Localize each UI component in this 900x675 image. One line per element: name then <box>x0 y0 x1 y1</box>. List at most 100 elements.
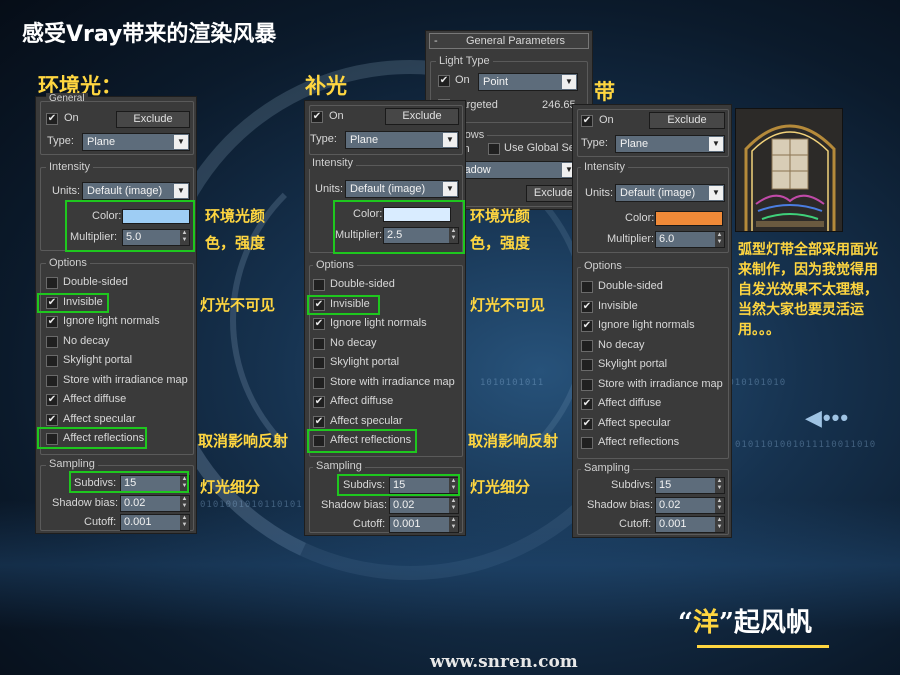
units-dropdown[interactable]: Default (image) ▼ <box>615 184 725 202</box>
cutoff-value: 0.001 <box>393 518 421 530</box>
cutoff-spinner[interactable]: 0.001 ▲ ▼ <box>655 516 725 533</box>
use-global-checkbox[interactable] <box>488 143 500 155</box>
shadow-bias-label: Shadow bias: <box>587 499 654 511</box>
option-checkbox[interactable] <box>46 374 58 387</box>
option-checkbox[interactable]: ✔ <box>313 396 325 408</box>
option-checkbox[interactable]: ✔ <box>581 417 593 430</box>
spinner-arrows-icon: ▲ ▼ <box>180 496 189 511</box>
type-dropdown[interactable]: Plane ▼ <box>345 131 459 149</box>
option-row[interactable]: Skylight portal <box>581 358 721 373</box>
multiplier-spinner[interactable]: 6.0 ▲ ▼ <box>655 231 725 248</box>
option-checkbox[interactable] <box>581 281 593 293</box>
cutoff-spinner[interactable]: 0.001 ▲ ▼ <box>389 516 459 533</box>
light-type-dropdown[interactable]: Point ▼ <box>478 73 578 91</box>
option-label: Affect specular <box>63 412 136 425</box>
type-value: Plane <box>620 138 649 150</box>
units-value: Default (image) <box>87 185 163 197</box>
option-row[interactable]: ✔ Invisible <box>581 300 721 315</box>
option-row[interactable]: Skylight portal <box>313 356 453 371</box>
shadow-bias-spinner[interactable]: 0.02 ▲ ▼ <box>120 495 190 512</box>
units-dropdown[interactable]: Default (image) ▼ <box>345 180 459 198</box>
option-checkbox[interactable] <box>581 437 593 449</box>
option-checkbox[interactable]: ✔ <box>313 318 325 330</box>
option-checkbox[interactable] <box>313 376 325 389</box>
option-checkbox[interactable] <box>46 335 58 348</box>
option-row[interactable]: ✔ Ignore light normals <box>581 319 721 334</box>
option-row[interactable]: Store with irradiance map <box>46 374 188 389</box>
cutoff-label: Cutoff: <box>353 518 386 530</box>
color-swatch[interactable] <box>655 211 723 226</box>
option-checkbox[interactable] <box>581 359 593 371</box>
units-label: Units: <box>315 183 344 195</box>
intensity-label: Intensity <box>581 161 628 173</box>
multiplier-value: 6.0 <box>659 233 675 245</box>
subdivs-spinner[interactable]: 15 ▲ ▼ <box>655 477 725 494</box>
option-checkbox[interactable] <box>313 279 325 291</box>
option-row[interactable]: ✔ Affect specular <box>581 417 721 432</box>
option-row[interactable]: Skylight portal <box>46 354 186 369</box>
highlight-box <box>337 474 460 496</box>
option-row[interactable]: ✔ Affect diffuse <box>313 395 453 410</box>
rollout-header[interactable]: - General Parameters <box>429 33 589 49</box>
option-row[interactable]: ✔ Affect specular <box>313 414 453 430</box>
option-checkbox[interactable]: ✔ <box>46 413 58 426</box>
option-row[interactable]: ✔ Ignore light normals <box>313 317 453 332</box>
shadow-bias-label: Shadow bias: <box>321 499 388 511</box>
on-checkbox[interactable]: ✔ <box>46 113 58 125</box>
cutoff-spinner[interactable]: 0.001 ▲ ▼ <box>120 514 190 531</box>
option-checkbox[interactable] <box>46 355 58 367</box>
option-row[interactable]: No decay <box>46 335 186 350</box>
type-label: Type: <box>581 137 608 149</box>
option-checkbox[interactable] <box>313 337 325 350</box>
type-dropdown[interactable]: Plane ▼ <box>82 133 190 151</box>
option-label: Skylight portal <box>598 358 668 370</box>
on-checkbox[interactable]: ✔ <box>311 111 323 123</box>
shadow-bias-spinner[interactable]: 0.02 ▲ ▼ <box>389 497 459 514</box>
option-row[interactable]: Store with irradiance map <box>581 378 723 393</box>
shadow-bias-label: Shadow bias: <box>52 497 119 509</box>
option-label: Affect specular <box>330 414 403 427</box>
on-checkbox[interactable]: ✔ <box>581 115 593 127</box>
collapse-icon[interactable]: - <box>434 35 438 47</box>
highlight-box <box>37 427 147 449</box>
highlight-box <box>69 471 189 493</box>
units-dropdown[interactable]: Default (image) ▼ <box>82 182 190 200</box>
option-row[interactable]: ✔ Ignore light normals <box>46 315 186 330</box>
option-checkbox[interactable] <box>313 357 325 369</box>
option-checkbox[interactable]: ✔ <box>313 415 325 428</box>
options-label: Options <box>313 259 357 271</box>
units-value: Default (image) <box>350 183 426 195</box>
option-row[interactable]: ✔ Affect specular <box>46 412 186 428</box>
exclude-button[interactable]: Exclude <box>649 112 725 129</box>
option-row[interactable]: ✔ Affect diffuse <box>46 393 186 408</box>
option-row[interactable]: Double-sided <box>581 280 721 295</box>
on-checkbox[interactable]: ✔ <box>438 75 450 87</box>
option-checkbox[interactable]: ✔ <box>46 394 58 406</box>
options-label: Options <box>581 260 625 272</box>
spinner-arrows-icon: ▲ ▼ <box>180 515 189 530</box>
exclude-button[interactable]: Exclude <box>385 108 459 125</box>
exclude-button[interactable]: Exclude <box>116 111 190 128</box>
option-row[interactable]: ✔ Affect diffuse <box>581 397 721 412</box>
option-checkbox[interactable] <box>581 378 593 391</box>
shadow-bias-spinner[interactable]: 0.02 ▲ ▼ <box>655 497 725 514</box>
option-checkbox[interactable]: ✔ <box>581 398 593 410</box>
option-row[interactable]: Double-sided <box>46 276 186 291</box>
option-row[interactable]: Double-sided <box>313 278 453 293</box>
option-row[interactable]: Affect reflections <box>581 436 721 451</box>
option-row[interactable]: No decay <box>313 336 453 352</box>
on-label: On <box>329 110 344 122</box>
option-checkbox[interactable]: ✔ <box>46 316 58 328</box>
option-checkbox[interactable] <box>581 339 593 352</box>
type-dropdown[interactable]: Plane ▼ <box>615 135 725 153</box>
option-row[interactable]: Store with irradiance map <box>313 376 455 391</box>
options-label: Options <box>46 257 90 269</box>
option-checkbox[interactable] <box>46 277 58 289</box>
option-label: No decay <box>330 336 377 349</box>
option-checkbox[interactable]: ✔ <box>581 300 593 313</box>
option-checkbox[interactable]: ✔ <box>581 320 593 332</box>
option-row[interactable]: No decay <box>581 339 721 354</box>
logo-rest: 起风帆 <box>733 608 812 638</box>
light-type-label: Light Type <box>436 55 493 67</box>
annotation-invisible: 灯光不可见 <box>200 296 276 314</box>
